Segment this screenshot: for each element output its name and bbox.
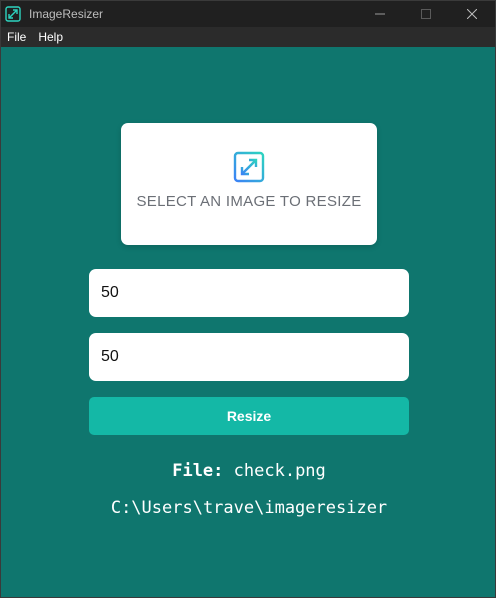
app-expand-icon bbox=[5, 6, 21, 22]
maximize-button[interactable] bbox=[403, 1, 449, 27]
height-input[interactable] bbox=[89, 333, 409, 381]
window-title: ImageResizer bbox=[29, 7, 104, 21]
file-label: File: bbox=[172, 461, 224, 481]
dropzone-label: SELECT AN IMAGE TO RESIZE bbox=[136, 193, 362, 210]
menu-help[interactable]: Help bbox=[32, 27, 69, 47]
minimize-icon bbox=[375, 13, 385, 15]
selected-file-line: File: check.png bbox=[1, 461, 495, 481]
window-controls bbox=[357, 1, 495, 27]
app-window: ImageResizer File Help SELECT AN IMAGE T… bbox=[0, 0, 496, 598]
resize-button[interactable]: Resize bbox=[89, 397, 409, 435]
title-bar[interactable]: ImageResizer bbox=[1, 1, 495, 27]
close-icon bbox=[467, 9, 477, 19]
close-button[interactable] bbox=[449, 1, 495, 27]
output-path: C:\Users\trave\imageresizer bbox=[110, 498, 388, 518]
width-input[interactable] bbox=[89, 269, 409, 317]
menu-bar: File Help bbox=[1, 27, 495, 47]
maximize-icon bbox=[421, 9, 431, 19]
file-name: check.png bbox=[233, 461, 326, 481]
image-select-dropzone[interactable]: SELECT AN IMAGE TO RESIZE bbox=[121, 123, 377, 245]
expand-icon bbox=[233, 151, 265, 183]
menu-file[interactable]: File bbox=[1, 27, 32, 47]
minimize-button[interactable] bbox=[357, 1, 403, 27]
